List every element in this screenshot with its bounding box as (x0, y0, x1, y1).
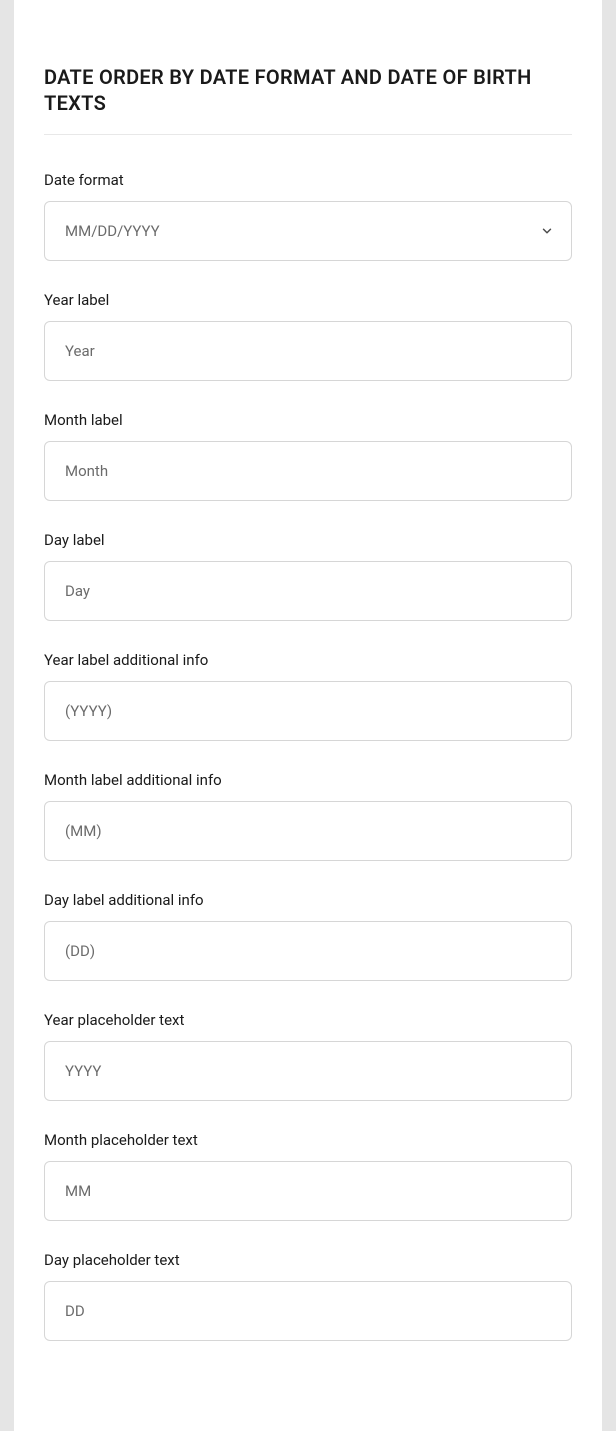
day-placeholder-input[interactable] (44, 1281, 572, 1341)
month-placeholder-label: Month placeholder text (44, 1131, 572, 1149)
field-year-label-info: Year label additional info (44, 651, 572, 741)
field-day-label-info: Day label additional info (44, 891, 572, 981)
field-year-placeholder: Year placeholder text (44, 1011, 572, 1101)
day-label-info-input[interactable] (44, 921, 572, 981)
day-label-label: Day label (44, 531, 572, 549)
year-label-input[interactable] (44, 321, 572, 381)
month-placeholder-input[interactable] (44, 1161, 572, 1221)
day-label-input[interactable] (44, 561, 572, 621)
month-label-label: Month label (44, 411, 572, 429)
date-format-select[interactable]: MM/DD/YYYY (44, 201, 572, 261)
page-wrapper: DATE ORDER BY DATE FORMAT AND DATE OF BI… (0, 0, 616, 1431)
settings-card: DATE ORDER BY DATE FORMAT AND DATE OF BI… (14, 0, 602, 1431)
month-label-info-label: Month label additional info (44, 771, 572, 789)
year-label-info-input[interactable] (44, 681, 572, 741)
field-month-label: Month label (44, 411, 572, 501)
section-title: DATE ORDER BY DATE FORMAT AND DATE OF BI… (44, 64, 572, 135)
year-label-label: Year label (44, 291, 572, 309)
day-label-info-label: Day label additional info (44, 891, 572, 909)
field-month-placeholder: Month placeholder text (44, 1131, 572, 1221)
year-label-info-label: Year label additional info (44, 651, 572, 669)
date-format-label: Date format (44, 171, 572, 189)
date-format-select-wrapper: MM/DD/YYYY (44, 201, 572, 261)
field-day-label: Day label (44, 531, 572, 621)
year-placeholder-input[interactable] (44, 1041, 572, 1101)
month-label-input[interactable] (44, 441, 572, 501)
field-day-placeholder: Day placeholder text (44, 1251, 572, 1341)
field-month-label-info: Month label additional info (44, 771, 572, 861)
day-placeholder-label: Day placeholder text (44, 1251, 572, 1269)
month-label-info-input[interactable] (44, 801, 572, 861)
field-year-label: Year label (44, 291, 572, 381)
year-placeholder-label: Year placeholder text (44, 1011, 572, 1029)
field-date-format: Date format MM/DD/YYYY (44, 171, 572, 261)
